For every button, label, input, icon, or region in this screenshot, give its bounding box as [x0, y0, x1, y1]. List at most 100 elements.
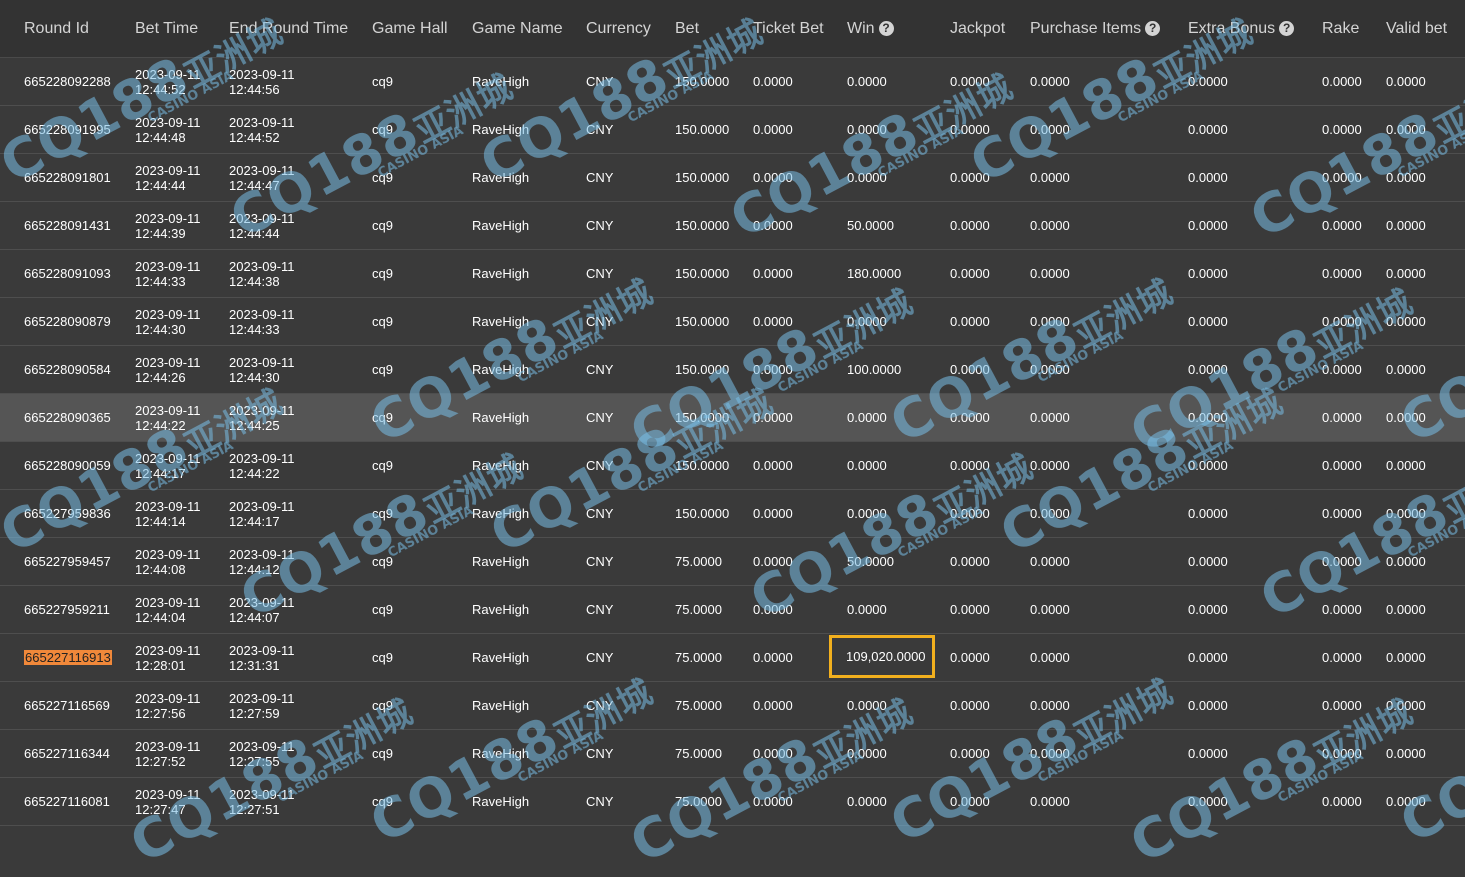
round-id-cell[interactable]: 665228090365	[0, 393, 111, 442]
currency-cell: CNY	[562, 777, 651, 826]
bet-time-cell: 2023-09-11 12:44:33	[111, 249, 205, 298]
valid-bet-cell: 0.0000	[1362, 729, 1465, 778]
date-text: 2023-09-11	[135, 786, 201, 802]
ticket-bet-cell: 0.0000	[729, 105, 823, 154]
game-name-value: RaveHigh	[472, 218, 530, 233]
round-id-cell[interactable]: 665228092288	[0, 57, 111, 106]
table-row[interactable]: 665228090059 2023-09-11 12:44:17 2023-09-11…	[0, 441, 1465, 490]
help-icon[interactable]: ?	[878, 20, 894, 36]
column-header-win[interactable]: Win?	[823, 0, 926, 58]
table-row[interactable]: 665227116569 2023-09-11 12:27:56 2023-09-11…	[0, 681, 1465, 730]
round-id: 665227959836	[24, 506, 111, 521]
help-icon[interactable]: ?	[1145, 20, 1161, 36]
jackpot-cell: 0.0000	[926, 681, 1006, 730]
round-id-cell[interactable]: 665228090059	[0, 441, 111, 490]
column-header-valid-bet[interactable]: Valid bet	[1362, 0, 1465, 58]
table-row[interactable]: 665228090584 2023-09-11 12:44:26 2023-09-11…	[0, 345, 1465, 394]
round-id-cell[interactable]: 665227959836	[0, 489, 111, 538]
column-header-game-hall[interactable]: Game Hall	[348, 0, 448, 58]
extra-bonus-cell: 0.0000	[1164, 681, 1298, 730]
ticket-bet-cell: 0.0000	[729, 57, 823, 106]
table-row[interactable]: 665228091431 2023-09-11 12:44:39 2023-09-11…	[0, 201, 1465, 250]
date-text: 2023-09-11	[135, 450, 201, 466]
bet-value: 75.0000	[675, 554, 722, 569]
rake-cell: 0.0000	[1298, 105, 1362, 154]
rake-cell: 0.0000	[1298, 681, 1362, 730]
column-header-bet-time[interactable]: Bet Time	[111, 0, 205, 58]
column-header-label: Rake	[1322, 19, 1360, 37]
date-text: 2023-09-11	[135, 498, 201, 514]
table-row[interactable]: 665227116344 2023-09-11 12:27:52 2023-09-11…	[0, 729, 1465, 778]
jackpot-value: 0.0000	[950, 122, 990, 137]
round-id-cell[interactable]: 665227116344	[0, 729, 111, 778]
column-header-ticket-bet[interactable]: Ticket Bet	[729, 0, 824, 58]
bet-time-cell: 2023-09-11 12:44:17	[111, 441, 205, 490]
purchase-items-value: 0.0000	[1030, 602, 1070, 617]
round-id-cell[interactable]: 665228091995	[0, 105, 111, 154]
column-header-end-round-time[interactable]: End Round Time	[205, 0, 348, 58]
column-header-bet[interactable]: Bet	[651, 0, 729, 58]
table-row[interactable]: 665228092288 2023-09-11 12:44:52 2023-09-11…	[0, 57, 1465, 106]
win-value: 0.0000	[847, 458, 887, 473]
purchase-items-cell: 0.0000	[1006, 729, 1164, 778]
round-id-cell[interactable]: 665228091801	[0, 153, 111, 202]
round-id-cell[interactable]: 665228090584	[0, 345, 111, 394]
ticket-bet-cell: 0.0000	[729, 681, 823, 730]
column-header-extra-bonus[interactable]: Extra Bonus?	[1164, 0, 1298, 58]
purchase-items-value: 0.0000	[1030, 362, 1070, 377]
table-row[interactable]: 665227959836 2023-09-11 12:44:14 2023-09-11…	[0, 489, 1465, 538]
purchase-items-cell: 0.0000	[1006, 105, 1164, 154]
round-id-cell[interactable]: 665228091093	[0, 249, 111, 298]
purchase-items-value: 0.0000	[1030, 746, 1070, 761]
time-text: 12:44:22	[229, 465, 280, 481]
table-row[interactable]: 665227959457 2023-09-11 12:44:08 2023-09-11…	[0, 537, 1465, 586]
extra-bonus-value: 0.0000	[1188, 410, 1228, 425]
table-row[interactable]: 665228090879 2023-09-11 12:44:30 2023-09-11…	[0, 297, 1465, 346]
time-text: 12:44:26	[135, 369, 186, 385]
column-header-round-id[interactable]: Round Id	[0, 0, 111, 58]
game-name-value: RaveHigh	[472, 74, 530, 89]
table-row[interactable]: 665228091093 2023-09-11 12:44:33 2023-09-11…	[0, 249, 1465, 298]
round-id: 665228092288	[24, 74, 111, 89]
table-row[interactable]: 665228091995 2023-09-11 12:44:48 2023-09-11…	[0, 105, 1465, 154]
date-text: 2023-09-11	[229, 738, 295, 754]
round-id-cell[interactable]: 665228091431	[0, 201, 111, 250]
ticket-bet-cell: 0.0000	[729, 153, 823, 202]
column-header-rake[interactable]: Rake	[1298, 0, 1362, 58]
table-row[interactable]: 665227116913 2023-09-11 12:28:01 2023-09-11…	[0, 633, 1465, 682]
table-row[interactable]: 665228090365 2023-09-11 12:44:22 2023-09-11…	[0, 393, 1465, 442]
valid-bet-cell: 0.0000	[1362, 777, 1465, 826]
jackpot-cell: 0.0000	[926, 297, 1006, 346]
round-id-cell[interactable]: 665227116913	[0, 633, 112, 682]
purchase-items-value: 0.0000	[1030, 266, 1070, 281]
table-row[interactable]: 665227116081 2023-09-11 12:27:47 2023-09-11…	[0, 777, 1465, 826]
game-name-value: RaveHigh	[472, 506, 530, 521]
table-row[interactable]: 665228091801 2023-09-11 12:44:44 2023-09-11…	[0, 153, 1465, 202]
valid-bet-cell: 0.0000	[1362, 297, 1465, 346]
end-round-time-cell: 2023-09-11 12:44:52	[205, 105, 348, 154]
rake-value: 0.0000	[1322, 122, 1362, 137]
column-header-purchase-items[interactable]: Purchase Items?	[1006, 0, 1164, 58]
bet-cell: 150.0000	[651, 393, 729, 442]
bet-cell: 150.0000	[651, 297, 729, 346]
column-header-jackpot[interactable]: Jackpot	[926, 0, 1006, 58]
ticket-bet-value: 0.0000	[753, 458, 793, 473]
extra-bonus-value: 0.0000	[1188, 362, 1228, 377]
round-id-cell[interactable]: 665227959457	[0, 537, 111, 586]
rake-cell: 0.0000	[1298, 345, 1362, 394]
jackpot-cell: 0.0000	[926, 57, 1006, 106]
round-id-cell[interactable]: 665227116081	[0, 777, 111, 826]
column-header-currency[interactable]: Currency	[562, 0, 651, 58]
column-header-label: Game Name	[472, 19, 563, 37]
purchase-items-cell: 0.0000	[1006, 393, 1164, 442]
currency-cell: CNY	[562, 537, 651, 586]
column-header-label: End Round Time	[229, 19, 349, 37]
table-row[interactable]: 665227959211 2023-09-11 12:44:04 2023-09-11…	[0, 585, 1465, 634]
round-id-cell[interactable]: 665228090879	[0, 297, 111, 346]
column-header-game-name[interactable]: Game Name	[448, 0, 563, 58]
game-hall-value: cq9	[372, 314, 393, 329]
round-id-cell[interactable]: 665227116569	[0, 681, 111, 730]
help-icon[interactable]: ?	[1279, 20, 1295, 36]
game-hall-value: cq9	[372, 74, 393, 89]
round-id-cell[interactable]: 665227959211	[0, 585, 111, 634]
